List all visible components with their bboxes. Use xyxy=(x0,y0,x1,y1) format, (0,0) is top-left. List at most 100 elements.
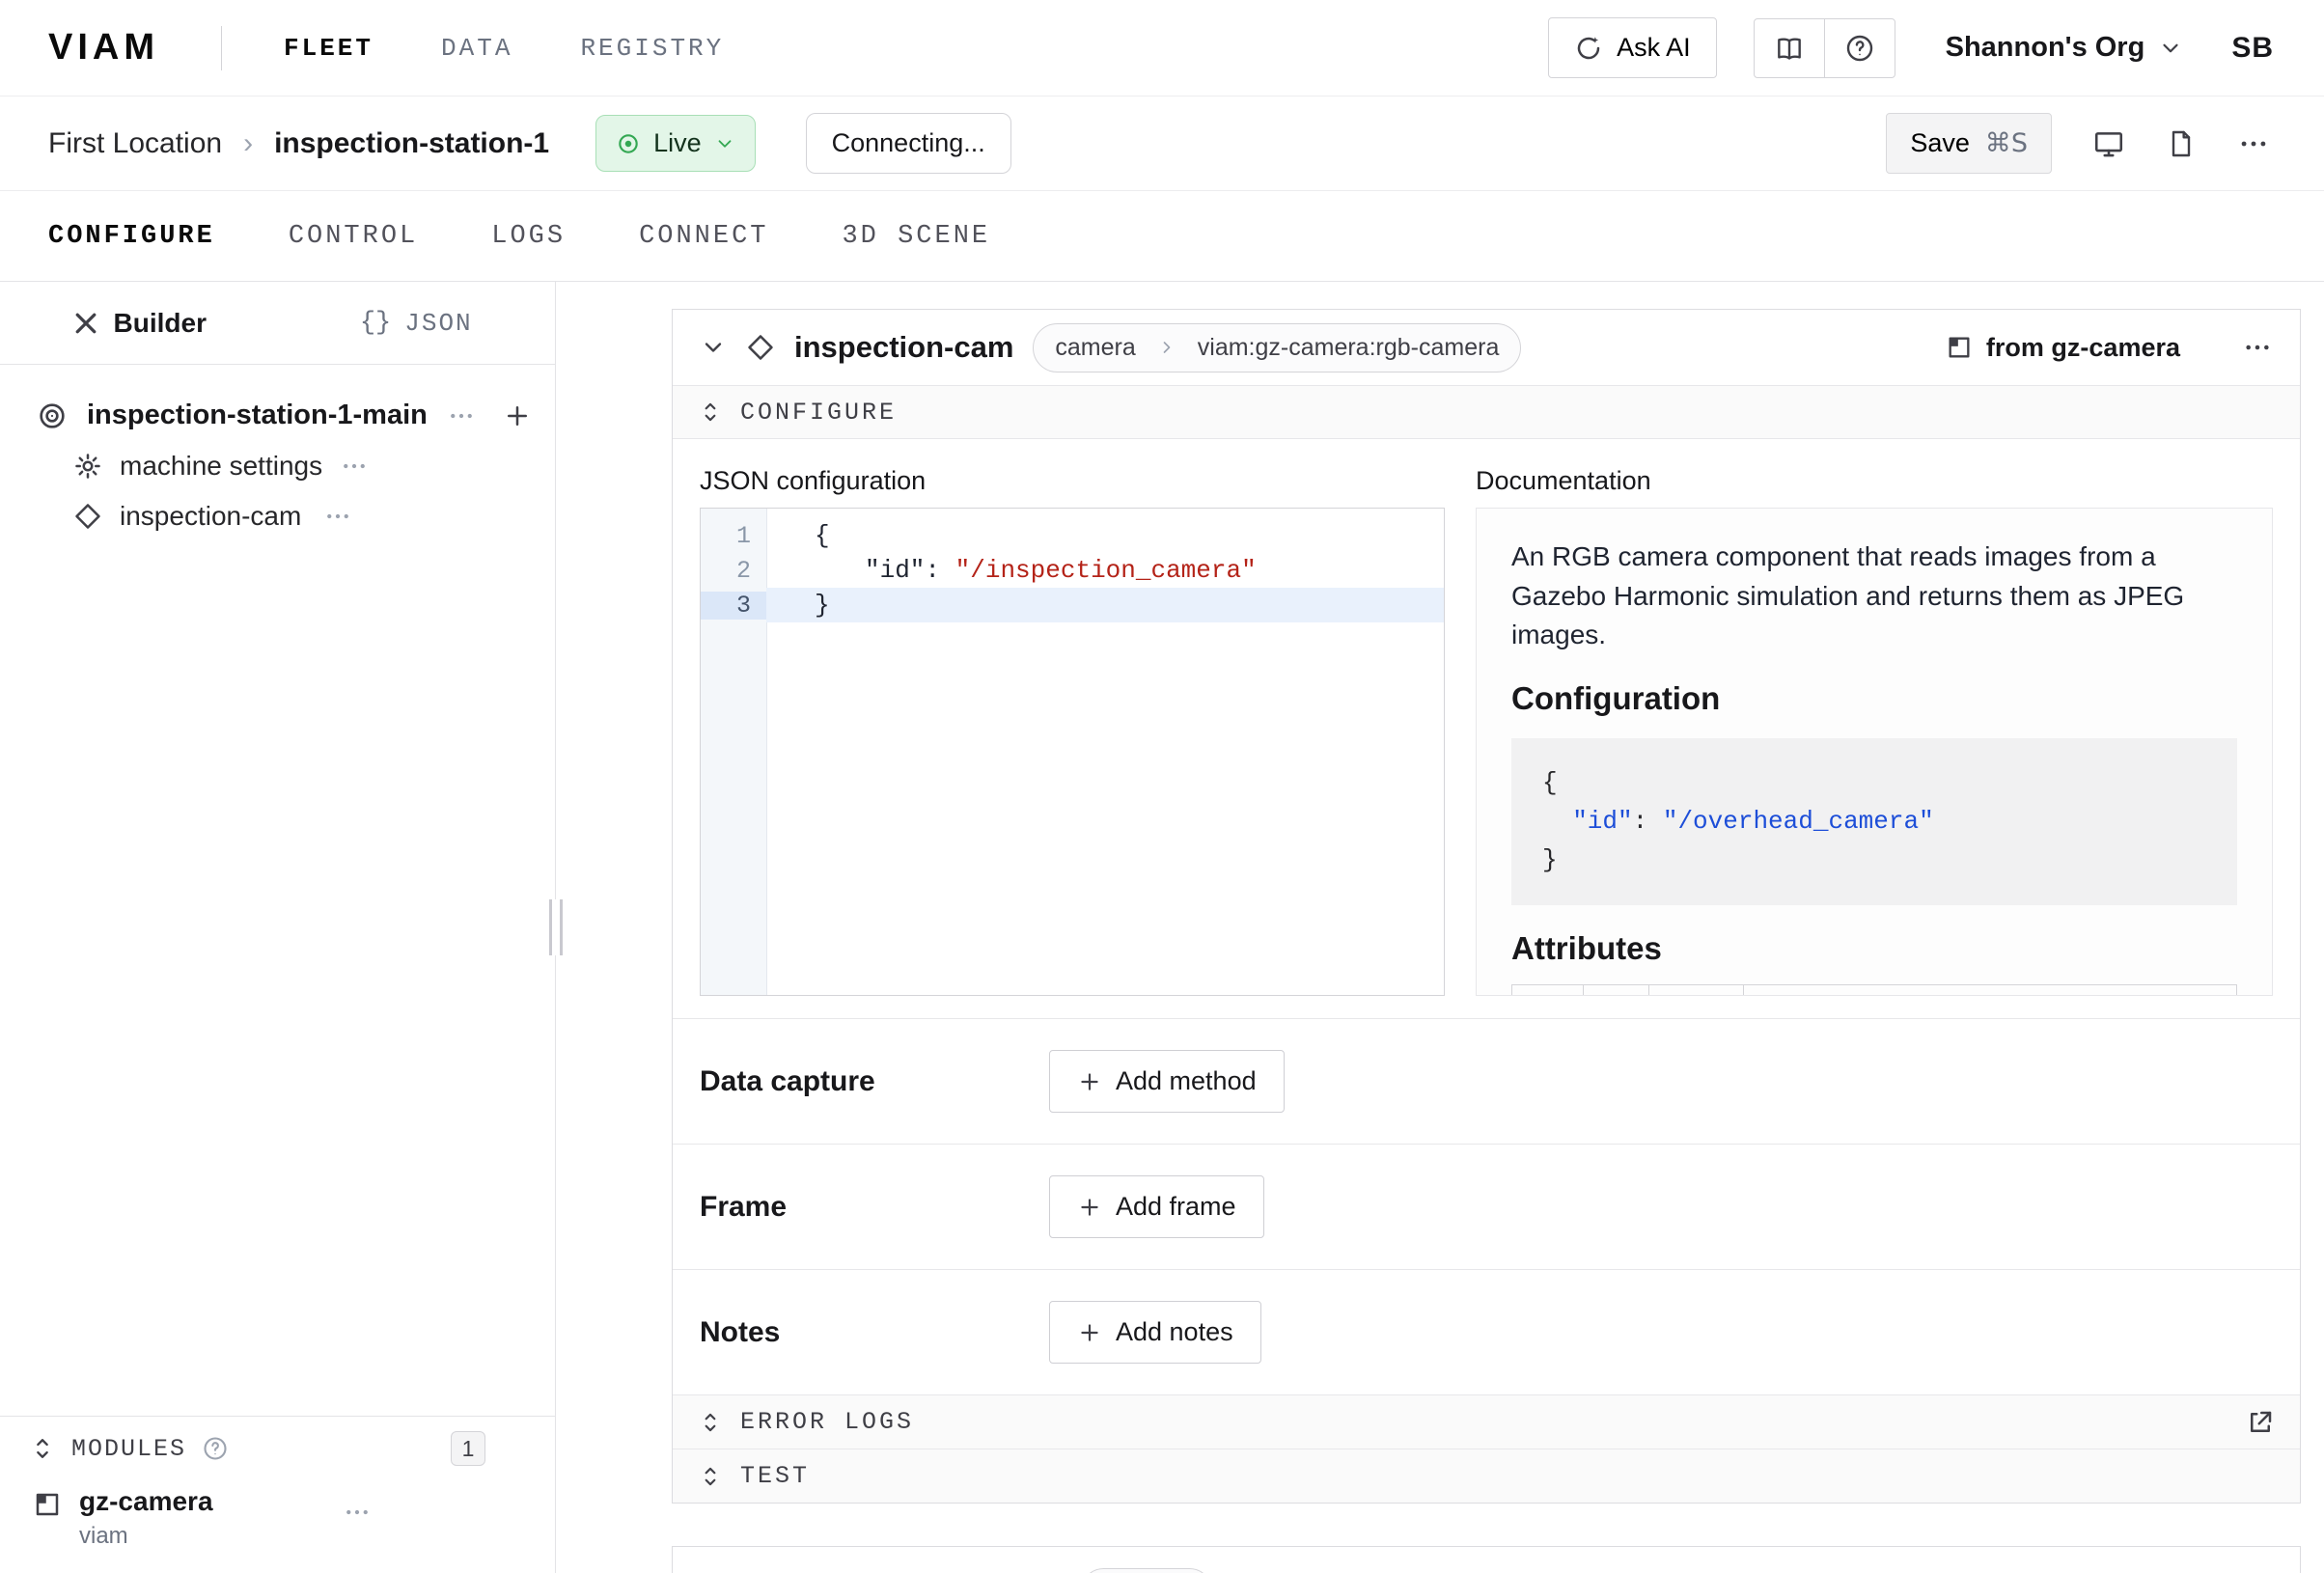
monitor-icon[interactable] xyxy=(2092,127,2125,160)
editor-line: 1 { xyxy=(701,518,1444,553)
help-icon[interactable] xyxy=(202,1435,229,1462)
builder-mode-label: Builder xyxy=(114,308,207,339)
save-label: Save xyxy=(1910,128,1970,158)
tab-configure[interactable]: CONFIGURE xyxy=(48,222,215,251)
live-status-dropdown[interactable]: Live xyxy=(595,115,756,172)
workspace: Builder {} JSON inspection-station-1-mai… xyxy=(0,282,2324,1573)
modules-title: MODULES xyxy=(71,1435,186,1463)
code-token: } xyxy=(815,591,830,620)
doc-configuration-heading: Configuration xyxy=(1511,680,2237,717)
json-config-column: JSON configuration 1 { xyxy=(700,466,1445,996)
overflow-menu-icon[interactable] xyxy=(323,502,352,531)
overflow-menu-icon[interactable] xyxy=(2242,332,2273,363)
help-icon[interactable] xyxy=(1824,19,1895,77)
data-capture-section: Data capture Add method xyxy=(673,1018,2300,1144)
component-diamond-icon xyxy=(73,502,102,531)
tree-root-actions xyxy=(447,401,532,430)
editor-line-active: 3 } xyxy=(701,588,1444,622)
gear-icon xyxy=(73,452,102,481)
json-mode-button[interactable]: {} JSON xyxy=(278,282,556,364)
machine-part-icon xyxy=(37,400,68,431)
ask-ai-label: Ask AI xyxy=(1617,33,1691,63)
code-token-key: "id" xyxy=(865,556,925,585)
from-module-link[interactable]: from gz-camera xyxy=(1946,333,2180,363)
breadcrumb: First Location › inspection-station-1 Li… xyxy=(48,113,1011,174)
frame-label: Frame xyxy=(700,1191,1049,1224)
external-link-icon[interactable] xyxy=(2246,1408,2275,1437)
table-cell xyxy=(1584,985,1649,996)
user-avatar[interactable]: SB xyxy=(2231,32,2274,65)
overflow-menu-icon[interactable] xyxy=(343,1498,372,1527)
builder-mode-button[interactable]: Builder xyxy=(0,282,278,364)
nav-item-fleet[interactable]: FLEET xyxy=(284,34,374,63)
overflow-menu-icon[interactable] xyxy=(447,401,476,430)
error-logs-label: ERROR LOGS xyxy=(740,1408,914,1436)
chevron-down-icon xyxy=(714,133,735,154)
module-icon xyxy=(1946,334,1973,361)
ask-ai-button[interactable]: Ask AI xyxy=(1548,17,1717,78)
nav-item-registry[interactable]: REGISTRY xyxy=(580,34,724,63)
module-author: viam xyxy=(79,1523,213,1550)
add-frame-button[interactable]: Add frame xyxy=(1049,1175,1264,1238)
documentation-book-icon[interactable] xyxy=(1755,19,1824,77)
overflow-menu-icon[interactable] xyxy=(340,452,369,481)
add-component-icon[interactable] xyxy=(503,401,532,430)
config-content: inspection-cam camera viam:gz-camera:rgb… xyxy=(556,282,2324,1573)
component-model-pill: viam:gz-camera:rgb-camera xyxy=(1176,324,1521,372)
tree-root-machine-part[interactable]: inspection-station-1-main xyxy=(0,390,555,441)
tab-logs[interactable]: LOGS xyxy=(491,222,566,251)
org-name: Shannon's Org xyxy=(1946,32,2145,64)
breadcrumb-separator: › xyxy=(243,127,253,160)
add-notes-button[interactable]: Add notes xyxy=(1049,1301,1261,1364)
tab-connect[interactable]: CONNECT xyxy=(639,222,768,251)
tree-item-label: machine settings xyxy=(120,451,322,482)
top-nav: VIAM FLEET DATA REGISTRY Ask AI xyxy=(0,0,2324,97)
line-number: 2 xyxy=(701,557,766,585)
overflow-menu-icon[interactable] xyxy=(2237,127,2270,160)
nav-item-data[interactable]: DATA xyxy=(441,34,512,63)
module-type-pill: module xyxy=(1081,1568,1212,1573)
component-card-inspection-cam: inspection-cam camera viam:gz-camera:rgb… xyxy=(672,309,2301,1504)
module-list-item[interactable]: gz-camera viam xyxy=(0,1480,555,1550)
component-card-header: inspection-cam camera viam:gz-camera:rgb… xyxy=(673,310,2300,385)
save-shortcut: ⌘S xyxy=(1985,128,2028,158)
document-icon[interactable] xyxy=(2166,128,2197,159)
json-mode-label: JSON xyxy=(404,309,472,338)
data-capture-label: Data capture xyxy=(700,1065,1049,1098)
json-config-editor[interactable]: 1 { 2 "i xyxy=(700,508,1445,996)
configure-body: JSON configuration 1 { xyxy=(673,439,2300,1018)
collapse-chevron-icon[interactable] xyxy=(700,334,727,361)
plus-icon xyxy=(1077,1195,1102,1220)
documentation-panel[interactable]: An RGB camera component that reads image… xyxy=(1476,508,2273,996)
add-method-button[interactable]: Add method xyxy=(1049,1050,1285,1113)
primary-nav: FLEET DATA REGISTRY xyxy=(284,34,724,63)
configure-section-bar[interactable]: CONFIGURE xyxy=(673,385,2300,439)
ai-refresh-sparkle-icon xyxy=(1574,34,1603,63)
json-config-label: JSON configuration xyxy=(700,466,1445,496)
error-logs-section-bar[interactable]: ERROR LOGS xyxy=(673,1394,2300,1449)
unfold-icon xyxy=(698,1410,723,1435)
connecting-button[interactable]: Connecting... xyxy=(806,113,1011,174)
machine-name: inspection-station-1 xyxy=(274,127,549,160)
code-token-string: "/inspection_camera" xyxy=(955,556,1257,585)
sidebar-resize-handle[interactable] xyxy=(549,899,563,955)
breadcrumb-location[interactable]: First Location xyxy=(48,127,222,160)
org-switcher[interactable]: Shannon's Org xyxy=(1946,32,2184,64)
modules-header[interactable]: MODULES 1 xyxy=(0,1417,555,1480)
module-card-gz-camera: gz-camera by viam module Registry xyxy=(672,1546,2301,1573)
tab-control[interactable]: CONTROL xyxy=(289,222,418,251)
table-cell xyxy=(1744,985,2236,996)
viam-logo[interactable]: VIAM xyxy=(48,27,159,69)
tree-item-inspection-cam[interactable]: inspection-cam xyxy=(0,491,555,541)
test-section-bar[interactable]: TEST xyxy=(673,1449,2300,1503)
save-button[interactable]: Save ⌘S xyxy=(1886,113,2052,174)
doc-description: An RGB camera component that reads image… xyxy=(1511,538,2237,655)
nav-divider xyxy=(221,26,222,70)
add-method-label: Add method xyxy=(1116,1066,1257,1096)
tools-icon xyxy=(71,309,100,338)
chevron-right-icon xyxy=(1157,338,1176,357)
nav-icon-group xyxy=(1754,18,1895,78)
tree-item-machine-settings[interactable]: machine settings xyxy=(0,441,555,491)
machine-tab-bar: CONFIGURE CONTROL LOGS CONNECT 3D SCENE xyxy=(0,191,2324,282)
tab-3d-scene[interactable]: 3D SCENE xyxy=(842,222,990,251)
